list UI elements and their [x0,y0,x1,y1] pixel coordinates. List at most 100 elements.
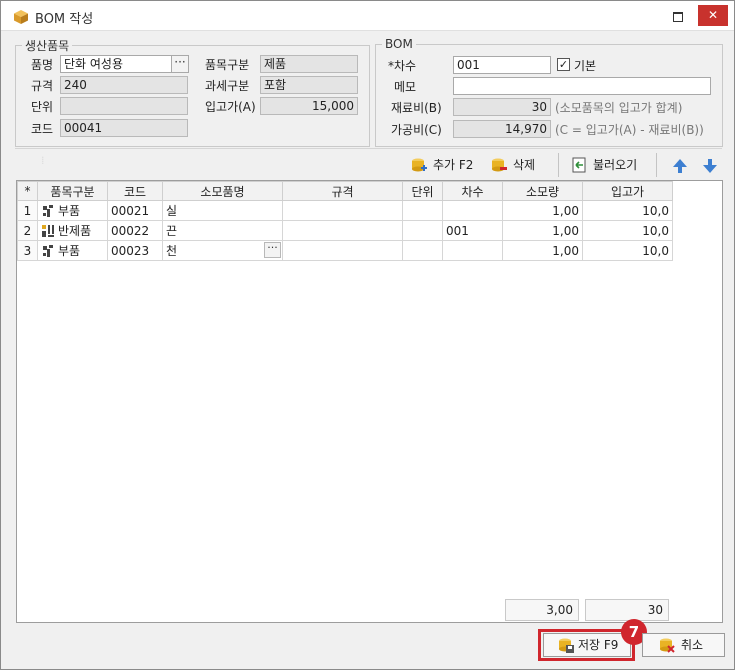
title-bar: BOM 작성 ✕ [1,1,734,31]
memo-label: 메모 [394,80,417,94]
column-header-qty[interactable]: 소모량 [502,181,583,201]
qty-cell[interactable]: 1,00 [502,200,583,221]
unit-label: 단위 [31,100,54,114]
processing-cost-label: 가공비(C) [391,123,442,137]
window-title: BOM 작성 [35,12,94,27]
revision-cell[interactable]: 001 [442,220,503,241]
processing-cost-hint: (C = 입고가(A) - 재료비(B)) [555,123,704,137]
column-header-price[interactable]: 입고가 [582,181,673,201]
spec-label: 규격 [31,79,54,93]
delete-button[interactable]: 삭제 [491,154,535,176]
revision-cell[interactable] [442,240,503,261]
category-cell[interactable]: 부품 [37,200,108,221]
toolbar-separator-2 [656,153,657,177]
processing-cost-field: 14,970 [453,120,551,138]
bom-dialog: BOM 작성 ✕ 생산품목 품명 단화 여성용 ··· 규격 240 단위 코드… [0,0,735,670]
bom-table: * 품목구분 코드 소모품명 규격 단위 차수 소모량 입고가 1 부품 000… [17,181,673,261]
add-button[interactable]: 추가 F2 [411,154,473,176]
maximize-icon[interactable] [663,5,691,27]
material-cost-hint: (소모품목의 입고가 합계) [555,101,683,115]
spec-cell[interactable] [282,240,403,261]
revision-label: *차수 [388,59,417,73]
product-group-legend: 생산품목 [25,39,70,53]
table-row[interactable]: 2 반제품 00022 끈 001 1,00 10,0 [17,220,673,241]
price-cell[interactable]: 10,0 [582,200,673,221]
close-icon[interactable]: ✕ [698,5,728,26]
memo-field[interactable] [453,77,711,95]
part-icon [43,205,53,217]
code-cell[interactable]: 00022 [107,220,163,241]
tax-field: 포함 [260,76,358,94]
cost-field: 15,000 [260,97,358,115]
database-cancel-icon [660,638,675,653]
delete-button-label: 삭제 [513,158,536,172]
spec-field: 240 [60,76,188,94]
name-text: 천 [166,244,178,258]
column-header-name[interactable]: 소모품명 [162,181,283,201]
product-name-field[interactable]: 단화 여성용 [60,55,172,73]
category-text: 반제품 [58,224,92,238]
row-number: 2 [17,220,38,241]
material-cost-label: 재료비(B) [391,101,442,115]
row-number: 3 [17,240,38,261]
database-delete-icon [492,158,507,172]
table-header-row: * 품목구분 코드 소모품명 규격 단위 차수 소모량 입고가 [17,181,673,201]
add-button-label: 추가 F2 [433,158,474,172]
spec-cell[interactable] [282,200,403,221]
unit-cell[interactable] [402,240,443,261]
price-cell[interactable]: 10,0 [582,240,673,261]
product-name-label: 품명 [31,58,54,72]
category-field: 제품 [260,55,358,73]
import-button[interactable]: 불러오기 [571,154,637,176]
column-header-spec[interactable]: 규격 [282,181,403,201]
revision-field[interactable]: 001 [453,56,551,74]
row-number: 1 [17,200,38,221]
cube-icon [14,10,28,24]
name-cell[interactable]: 천 ··· [162,240,283,261]
cancel-button[interactable]: 취소 [642,633,725,657]
cost-label: 입고가(A) [205,100,256,114]
unit-cell[interactable] [402,200,443,221]
product-browse-icon[interactable]: ··· [171,55,189,73]
code-cell[interactable]: 00021 [107,200,163,221]
column-header-unit[interactable]: 단위 [402,181,443,201]
column-header-category[interactable]: 품목구분 [37,181,108,201]
toolbar-separator [558,153,559,177]
table-row[interactable]: 1 부품 00021 실 1,00 10,0 [17,200,673,221]
name-browse-icon[interactable]: ··· [264,242,281,258]
column-header-revision[interactable]: 차수 [442,181,503,201]
tax-label: 과세구분 [205,79,250,93]
price-cell[interactable]: 10,0 [582,220,673,241]
table-row[interactable]: 3 부품 00023 천 ··· 1,00 10,0 [17,240,673,261]
name-cell[interactable]: 끈 [162,220,283,241]
unit-cell[interactable] [402,220,443,241]
category-cell[interactable]: 반제품 [37,220,108,241]
category-text: 부품 [58,244,81,258]
column-header-code[interactable]: 코드 [107,181,163,201]
default-label: 기본 [574,59,597,73]
qty-cell[interactable]: 1,00 [502,240,583,261]
bom-group-legend: BOM [385,37,413,51]
move-up-icon[interactable] [672,158,688,174]
qty-cell[interactable]: 1,00 [502,220,583,241]
semi-product-icon [42,225,54,237]
unit-field [60,97,188,115]
import-button-label: 불러오기 [593,158,638,172]
code-cell[interactable]: 00023 [107,240,163,261]
qty-total: 3,00 [505,599,579,621]
category-cell[interactable]: 부품 [37,240,108,261]
spec-cell[interactable] [282,220,403,241]
revision-cell[interactable] [442,200,503,221]
cancel-button-label: 취소 [681,638,704,652]
move-down-icon[interactable] [702,158,718,174]
category-text: 부품 [58,204,81,218]
database-add-icon [412,158,427,172]
part-icon [43,245,53,257]
default-checkbox[interactable]: ✓ [557,58,570,71]
name-cell[interactable]: 실 [162,200,283,221]
category-label: 품목구분 [205,58,250,72]
import-icon [572,157,586,173]
divider [15,148,722,149]
corner-cell: * [17,181,38,201]
material-cost-field: 30 [453,98,551,116]
